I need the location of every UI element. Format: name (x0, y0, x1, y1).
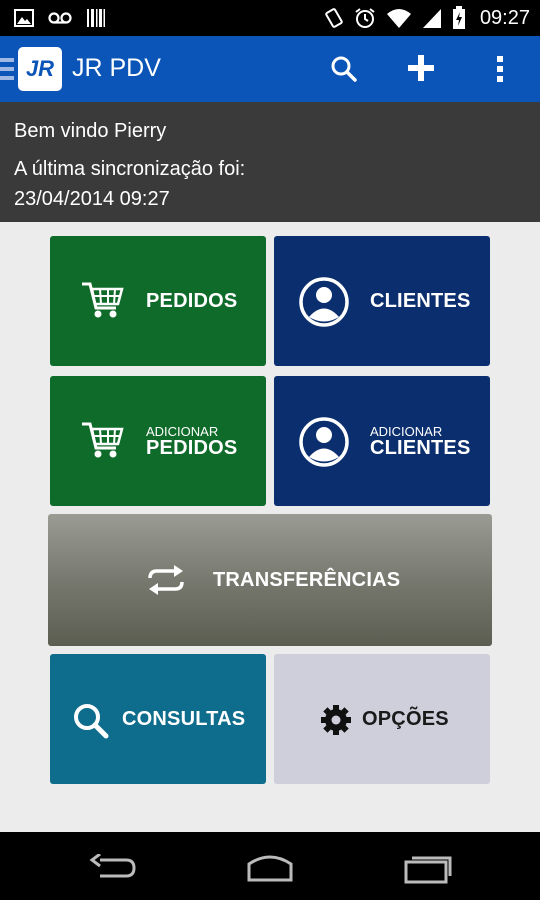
voicemail-icon (48, 12, 72, 24)
drawer-indicator-icon[interactable] (0, 58, 14, 80)
tile-label: CLIENTES (370, 290, 471, 312)
welcome-panel: Bem vindo Pierry A última sincronização … (0, 102, 540, 222)
tile-transferencias[interactable]: TRANSFERÊNCIAS (48, 514, 492, 646)
tile-consultas[interactable]: CONSULTAS (50, 654, 266, 784)
alarm-icon (355, 8, 375, 28)
navigation-bar (0, 832, 540, 900)
tile-label: TRANSFERÊNCIAS (213, 569, 401, 591)
tile-label-stack: ADICIONAR PEDIDOS (146, 425, 237, 458)
action-bar: JR JR PDV (0, 36, 540, 102)
search-icon (74, 704, 109, 739)
back-icon[interactable] (88, 854, 138, 882)
vibrate-icon (325, 8, 343, 28)
overflow-menu-icon[interactable] (494, 52, 506, 84)
sync-label: A última sincronização foi: (14, 158, 246, 180)
user-icon (299, 277, 349, 327)
tile-pedidos[interactable]: PEDIDOS (50, 236, 266, 366)
home-icon[interactable] (243, 852, 297, 882)
app-title: JR PDV (72, 54, 161, 82)
tile-label: PEDIDOS (146, 437, 238, 459)
status-bar: 09:27 (0, 0, 540, 36)
cart-icon (82, 282, 124, 318)
image-icon (14, 9, 34, 27)
tile-label: OPÇÕES (362, 708, 449, 730)
barcode-icon (87, 9, 105, 27)
sync-datetime: 23/04/2014 09:27 (14, 188, 170, 210)
tile-clientes[interactable]: CLIENTES (274, 236, 490, 366)
tile-label: CONSULTAS (122, 708, 246, 730)
battery-icon (452, 6, 465, 29)
user-icon (299, 417, 349, 467)
tile-label: PEDIDOS (146, 290, 238, 312)
signal-icon (422, 9, 441, 28)
recent-apps-icon[interactable] (404, 852, 454, 884)
add-icon[interactable] (406, 52, 436, 84)
welcome-greeting: Bem vindo Pierry (14, 120, 167, 142)
app-logo[interactable]: JR (18, 47, 62, 91)
tile-label-stack: ADICIONAR CLIENTES (370, 425, 471, 458)
sync-arrows-icon (148, 565, 184, 595)
tile-label: CLIENTES (370, 437, 471, 459)
cart-icon (82, 422, 124, 458)
wifi-icon (386, 9, 411, 28)
gear-icon (321, 705, 351, 735)
search-icon[interactable] (330, 52, 358, 84)
tile-add-pedidos[interactable]: ADICIONAR PEDIDOS (50, 376, 266, 506)
status-time: 09:27 (479, 6, 530, 29)
tile-add-clientes[interactable]: ADICIONAR CLIENTES (274, 376, 490, 506)
tile-opcoes[interactable]: OPÇÕES (274, 654, 490, 784)
status-right-icons: 09:27 (324, 6, 530, 30)
status-left-icons (14, 8, 106, 28)
